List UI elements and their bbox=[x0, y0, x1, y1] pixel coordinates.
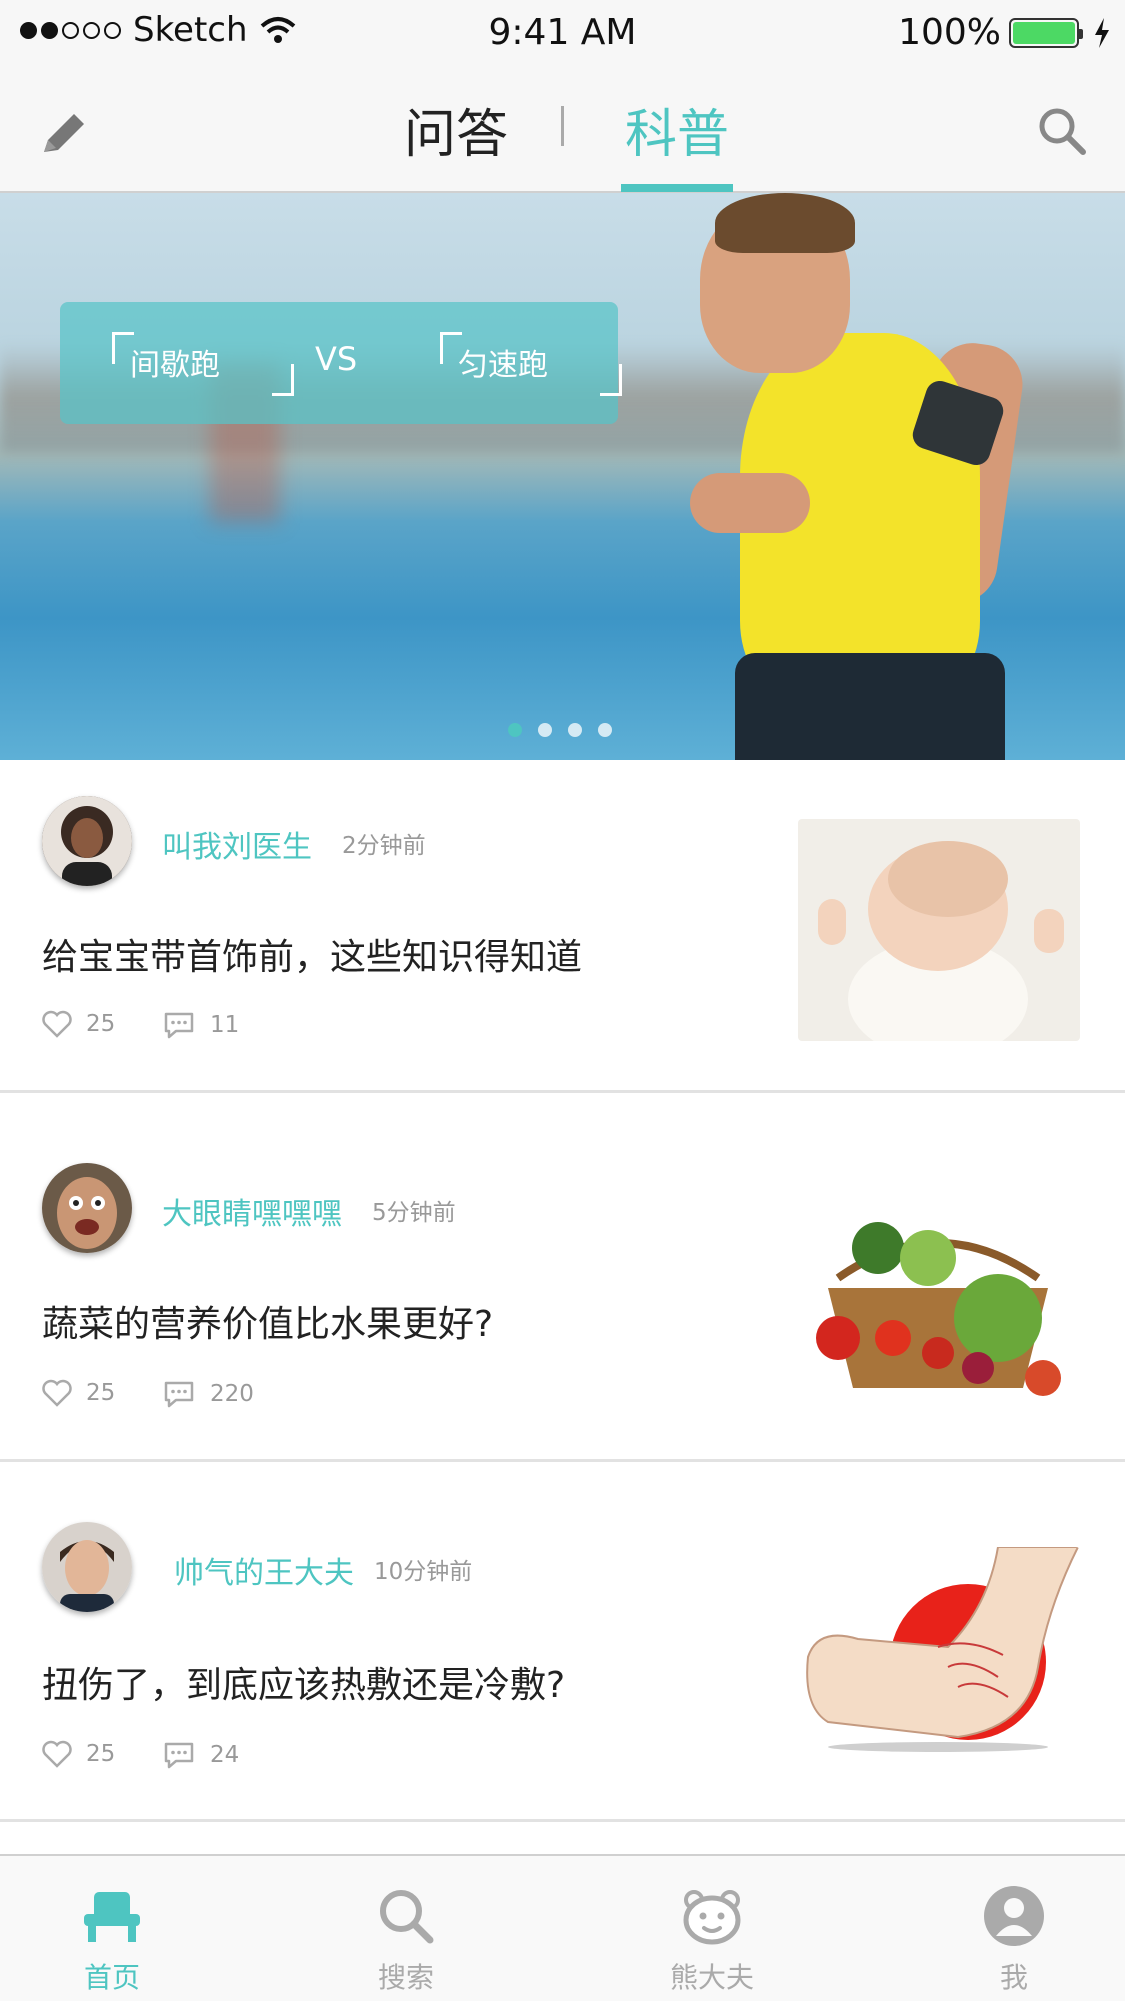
comment-stat[interactable]: 220 bbox=[162, 1379, 254, 1409]
hero-banner[interactable]: 间歇跑 VS 匀速跑 bbox=[0, 193, 1125, 760]
page-dot-2[interactable] bbox=[538, 723, 552, 737]
avatar[interactable] bbox=[42, 1163, 132, 1253]
comment-bubble-icon[interactable] bbox=[162, 1010, 196, 1040]
tab-bear-doctor[interactable]: 熊大夫 bbox=[632, 1856, 792, 2001]
article-card[interactable]: 帅气的王大夫 10分钟前 扭伤了，到底应该热敷还是冷敷? 25 24 bbox=[0, 1462, 1125, 1822]
tab-search-label: 搜索 bbox=[377, 1961, 434, 1994]
profile-icon[interactable] bbox=[982, 1884, 1046, 1948]
avatar[interactable] bbox=[42, 796, 132, 886]
heart-icon[interactable] bbox=[42, 1010, 72, 1038]
like-count: 25 bbox=[86, 1741, 116, 1767]
nav-bar: 问答 科普 bbox=[0, 66, 1125, 193]
author-name[interactable]: 叫我刘医生 bbox=[162, 822, 312, 866]
tab-science[interactable]: 科普 bbox=[625, 92, 729, 167]
heart-icon[interactable] bbox=[42, 1379, 72, 1407]
like-stat[interactable]: 25 bbox=[42, 1740, 115, 1768]
article-card[interactable]: 大眼睛嘿嘿嘿 5分钟前 蔬菜的营养价值比水果更好? 25 220 bbox=[0, 1093, 1125, 1462]
page-dot-3[interactable] bbox=[568, 723, 582, 737]
status-bar: Sketch 9:41 AM 100% bbox=[0, 0, 1125, 66]
like-stat[interactable]: 25 bbox=[42, 1010, 115, 1038]
author-name[interactable]: 帅气的王大夫 bbox=[174, 1548, 354, 1592]
article-card[interactable]: 叫我刘医生 2分钟前 给宝宝带首饰前，这些知识得知道 25 11 bbox=[0, 760, 1125, 1093]
battery-icon bbox=[1009, 17, 1083, 48]
banner-label-steady-run: 匀速跑 bbox=[458, 348, 548, 383]
banner-caption-card: 间歇跑 VS 匀速跑 bbox=[60, 302, 622, 424]
comment-stat[interactable]: 24 bbox=[162, 1740, 239, 1770]
author-name[interactable]: 大眼睛嘿嘿嘿 bbox=[162, 1189, 342, 1233]
tab-profile-label: 我 bbox=[999, 1961, 1028, 1994]
bear-doctor-icon[interactable] bbox=[680, 1884, 744, 1948]
banner-label-interval-run: 间歇跑 bbox=[130, 348, 220, 383]
like-count: 25 bbox=[86, 1380, 116, 1406]
tab-profile[interactable]: 我 bbox=[934, 1856, 1094, 2001]
tab-home-label: 首页 bbox=[83, 1961, 140, 1994]
tab-search[interactable]: 搜索 bbox=[326, 1856, 486, 2001]
banner-label-vs: VS bbox=[315, 340, 358, 378]
bottom-tab-bar: 首页 搜索 熊大夫 我 bbox=[0, 1854, 1125, 2001]
battery-percent: 100% bbox=[898, 12, 1001, 53]
tab-divider bbox=[561, 106, 564, 146]
article-title[interactable]: 蔬菜的营养价值比水果更好? bbox=[42, 1295, 493, 1347]
comment-stat[interactable]: 11 bbox=[162, 1010, 239, 1040]
page-dot-1[interactable] bbox=[508, 723, 522, 737]
comment-count: 24 bbox=[210, 1742, 240, 1768]
heart-icon[interactable] bbox=[42, 1740, 72, 1768]
comment-count: 11 bbox=[210, 1012, 240, 1038]
comment-count: 220 bbox=[210, 1381, 254, 1407]
tab-home[interactable]: 首页 bbox=[32, 1856, 192, 2001]
article-thumbnail-vegetables[interactable] bbox=[798, 1188, 1080, 1410]
post-time: 2分钟前 bbox=[342, 833, 426, 859]
like-stat[interactable]: 25 bbox=[42, 1379, 115, 1407]
comment-bubble-icon[interactable] bbox=[162, 1740, 196, 1770]
article-title[interactable]: 扭伤了，到底应该热敷还是冷敷? bbox=[42, 1656, 565, 1708]
avatar[interactable] bbox=[42, 1522, 132, 1612]
page-dot-4[interactable] bbox=[598, 723, 612, 737]
search-icon[interactable] bbox=[1035, 104, 1089, 158]
tab-bear-doctor-label: 熊大夫 bbox=[669, 1961, 754, 1994]
edit-pencil-icon[interactable] bbox=[38, 106, 92, 160]
home-chair-icon[interactable] bbox=[80, 1884, 144, 1948]
article-thumbnail-ankle[interactable] bbox=[798, 1547, 1080, 1769]
like-count: 25 bbox=[86, 1011, 116, 1037]
post-time: 5分钟前 bbox=[372, 1200, 456, 1226]
article-title[interactable]: 给宝宝带首饰前，这些知识得知道 bbox=[42, 928, 582, 980]
article-thumbnail-baby[interactable] bbox=[798, 819, 1080, 1041]
post-time: 10分钟前 bbox=[374, 1559, 473, 1585]
battery-group: 100% bbox=[898, 12, 1111, 53]
active-tab-indicator bbox=[621, 184, 733, 192]
search-icon[interactable] bbox=[374, 1884, 438, 1948]
banner-page-indicator[interactable] bbox=[508, 723, 612, 737]
tab-qa[interactable]: 问答 bbox=[404, 92, 508, 167]
comment-bubble-icon[interactable] bbox=[162, 1379, 196, 1409]
charging-bolt-icon bbox=[1095, 17, 1109, 48]
